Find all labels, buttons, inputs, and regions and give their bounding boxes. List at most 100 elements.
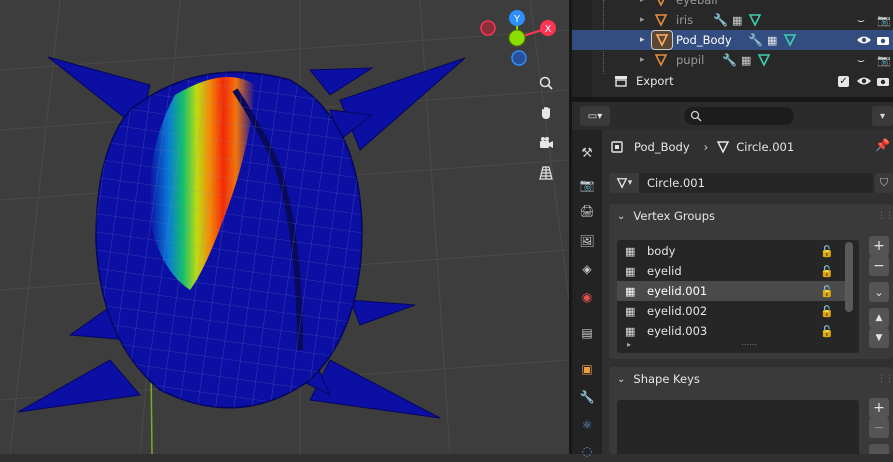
list-resize-handle-icon[interactable]: ⋯⋯ [741,340,757,349]
3d-viewport[interactable]: Y X [0,0,569,454]
vertex-group-name: eyelid.002 [647,304,708,318]
mesh-icon [654,14,668,27]
list-filter-toggle-icon[interactable]: ▸ [627,340,631,349]
mesh-browse-dropdown[interactable]: ▾ [609,173,639,193]
shape-keys-list[interactable] [617,400,859,454]
lock-icon[interactable]: 🔓 [820,285,834,298]
navigation-gizmo[interactable]: Y X [470,0,569,80]
list-item[interactable]: ▦ body 🔓 [617,241,859,261]
svg-text:X: X [545,24,552,35]
mesh-datablock-field[interactable]: ▾ Circle.001 [609,173,873,193]
outliner-label: iris [676,13,694,27]
search-icon [690,110,702,122]
vertex-group-name: eyelid [647,264,682,278]
eye-closed-icon[interactable]: ⌣ [857,53,865,68]
camera-icon[interactable] [533,130,559,156]
chevron-down-icon[interactable]: ⌄ [869,282,889,302]
lock-icon[interactable]: 🔓 [820,265,834,278]
properties-header: ▭▾ ▾ [572,102,893,130]
collection-tab[interactable]: ▤ [576,322,598,344]
physics-tab[interactable]: ◌ [576,440,598,462]
object-icon [611,141,623,153]
breadcrumb-separator-icon: › [703,140,709,154]
row-data-icons: 🔧 ▦ [713,13,762,27]
mesh-data-icon [784,34,797,47]
row-data-icons: 🔧 ▦ [748,33,797,47]
breadcrumb-mesh[interactable]: Circle.001 [736,140,794,154]
outliner[interactable]: ▸ eyeball ▸ iris 🔧 ▦ ⌣ 📷 ▸ Pod_Body 🔧 ▦ … [572,0,893,97]
shape-keys-header[interactable]: ⌄ Shape Keys [617,372,700,386]
outliner-label: eyeball [676,0,718,7]
fake-user-shield-icon[interactable]: ⛉ [875,173,893,193]
hand-icon[interactable] [533,100,559,126]
view-layer-tab[interactable]: 🖼 [576,230,598,252]
drag-handle-icon[interactable]: ⋮⋮ [877,211,893,221]
scene-tab[interactable]: ◈ [576,258,598,280]
chevron-down-icon[interactable] [869,444,889,454]
list-item-selected[interactable]: ▦ eyelid.001 🔓 [617,281,845,301]
mesh-data-icon [749,14,762,27]
vertex-group-icon: ▦ [625,264,636,278]
particles-tab[interactable]: ⚛ [576,414,598,436]
tool-tab[interactable]: ⚒ [576,142,598,164]
modifier-tab[interactable]: 🔧 [576,386,598,408]
breadcrumb: Pod_Body › Circle.001 [610,138,794,156]
camera-render-icon[interactable] [876,75,890,87]
breadcrumb-object[interactable]: Pod_Body [634,140,690,154]
vertex-group-name: eyelid.003 [647,324,708,338]
arrow-up-icon[interactable]: ▲ [869,308,889,328]
camera-render-icon[interactable]: 📷 [877,14,891,27]
camera-render-icon[interactable]: 📷 [877,54,891,67]
vertex-group-name: body [647,244,676,258]
vertex-groups-header[interactable]: ⌄ Vertex Groups [617,209,715,223]
vertex-groups-title: Vertex Groups [633,209,716,223]
minus-icon[interactable]: − [869,418,889,438]
eye-closed-icon[interactable]: ⌣ [857,13,865,28]
object-tab[interactable]: ▣ [576,358,598,380]
wrench-icon: 🔧 [713,13,728,27]
list-item[interactable]: ▦ eyelid.003 🔓 [617,321,859,341]
mesh-data-icon [758,54,771,67]
mesh-icon [651,30,673,50]
mesh-name: Circle.001 [647,176,705,190]
plus-icon[interactable]: + [869,398,889,418]
list-item[interactable]: ▦ eyelid.002 🔓 [617,301,859,321]
lock-icon[interactable]: 🔓 [820,305,834,318]
outliner-row-pupil[interactable]: ▸ pupil 🔧 ▦ ⌣ 📷 [572,50,893,70]
outliner-label: Export [636,74,674,88]
options-dropdown[interactable]: ▾ [872,106,893,126]
outliner-row-export[interactable]: Export ✓ [572,71,893,91]
world-tab[interactable]: ◉ [576,286,598,308]
render-tab[interactable]: 📷 [576,174,598,196]
editor-type-dropdown[interactable]: ▭▾ [580,106,610,126]
pin-icon[interactable]: 📌 [875,138,890,152]
eye-icon[interactable] [856,75,872,87]
outliner-row-iris[interactable]: ▸ iris 🔧 ▦ ⌣ 📷 [572,10,893,30]
collection-icon [615,76,627,87]
search-input[interactable] [684,107,794,125]
lock-icon[interactable]: 🔓 [820,245,834,258]
eye-icon[interactable] [856,34,872,46]
drag-handle-icon[interactable]: ⋮⋮ [877,374,893,384]
grid-icon[interactable] [533,160,559,186]
list-item[interactable]: ▦ eyelid 🔓 [617,261,859,281]
row-data-icons: 🔧 ▦ [722,53,771,67]
wrench-icon: 🔧 [748,33,763,47]
outliner-row-pod-body[interactable]: ▸ Pod_Body 🔧 ▦ [572,30,893,50]
export-checkbox[interactable]: ✓ [838,75,849,87]
arrow-down-icon[interactable]: ▼ [869,328,889,348]
camera-render-icon[interactable] [876,34,890,46]
output-tab[interactable]: 🖨 [576,200,598,222]
chevron-down-icon: ⌄ [617,210,626,222]
vertex-groups-icon: ▦ [731,13,743,27]
properties-tabs: ⚒ 📷 🖨 🖼 ◈ ◉ ▤ ▣ 🔧 ⚛ ◌ [572,130,602,458]
svg-text:Y: Y [513,14,521,25]
plus-icon[interactable]: + [869,236,889,256]
vertex-groups-list[interactable]: ▦ body 🔓 ▦ eyelid 🔓 ▦ eyelid.001 🔓 ▦ eye… [617,240,859,353]
lock-icon[interactable]: 🔓 [820,325,834,338]
outliner-row-eyeball[interactable]: ▸ eyeball [572,0,893,10]
vertex-groups-icon: ▦ [740,53,752,67]
minus-icon[interactable]: − [869,256,889,276]
zoom-icon[interactable] [533,70,559,96]
list-scrollbar[interactable] [845,242,853,312]
